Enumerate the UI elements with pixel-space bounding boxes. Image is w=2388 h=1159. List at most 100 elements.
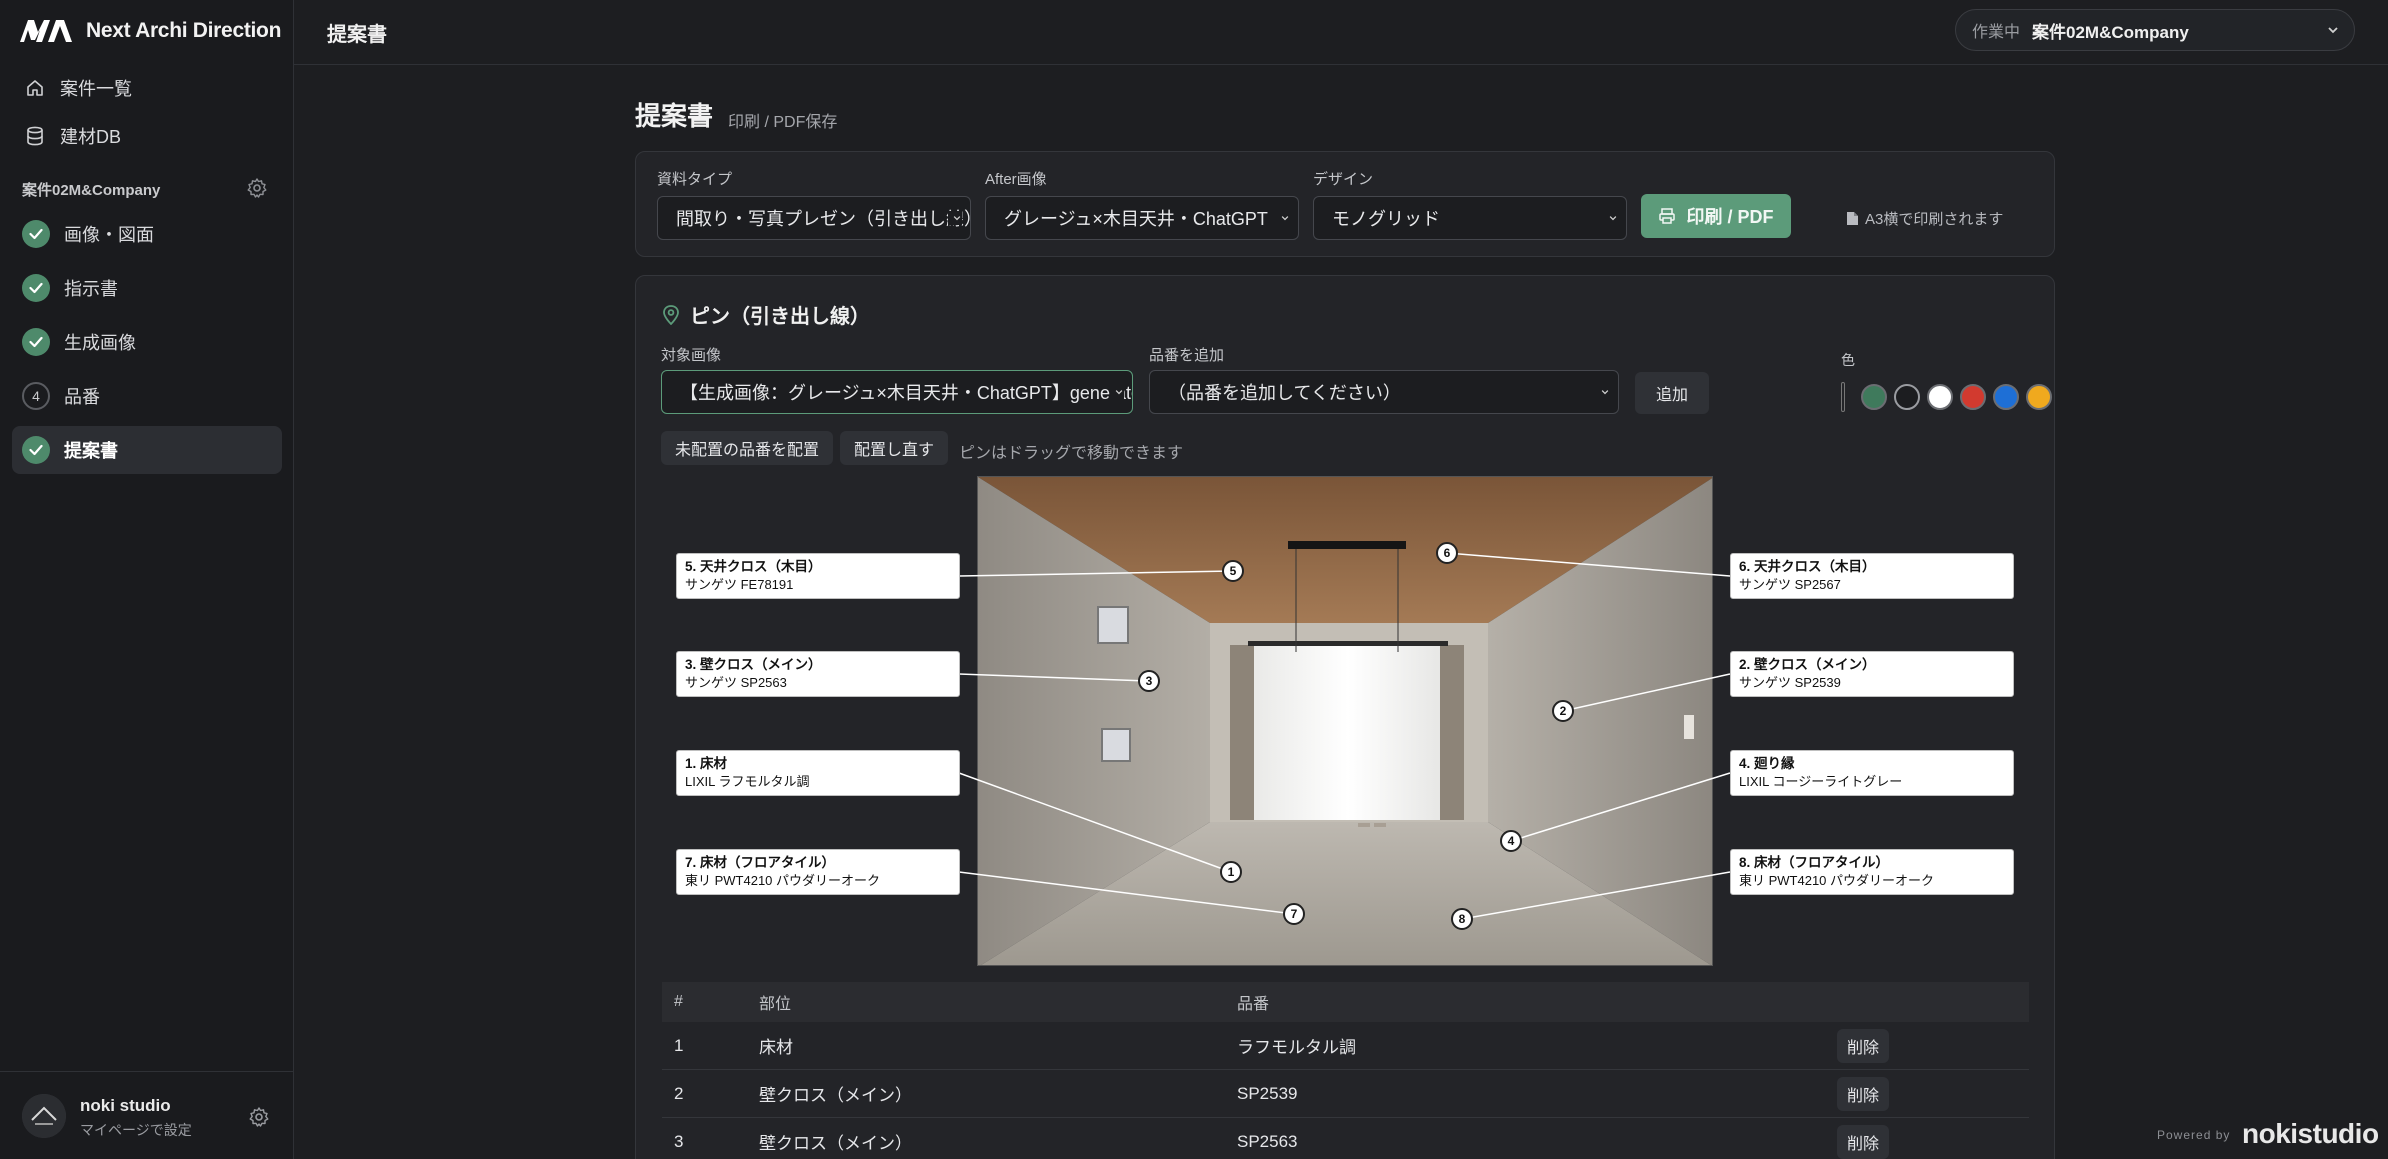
nav-projects-label: 案件一覧: [60, 79, 132, 99]
cell-code: SP2563: [1237, 1131, 1298, 1151]
label-box-3[interactable]: 3. 壁クロス（メイン） サンゲツ SP2563: [676, 651, 960, 697]
label-title: 3. 壁クロス（メイン）: [685, 657, 822, 672]
home-icon: [24, 77, 46, 99]
label-sub: サンゲツ FE78191: [685, 577, 794, 592]
label-sub: LIXIL コージーライトグレー: [1739, 774, 1903, 789]
pin-marker-5[interactable]: 5: [1222, 560, 1244, 582]
label-box-6[interactable]: 6. 天井クロス（木目） サンゲツ SP2567: [1730, 553, 2014, 599]
label-box-8[interactable]: 8. 床材（フロアタイル） 東リ PWT4210 パウダリーオーク: [1730, 849, 2014, 895]
check-icon: [22, 436, 50, 464]
label-box-2[interactable]: 2. 壁クロス（メイン） サンゲツ SP2539: [1730, 651, 2014, 697]
check-icon: [22, 328, 50, 356]
database-icon: [24, 125, 46, 147]
step-proposal[interactable]: 提案書: [12, 426, 282, 474]
design-select[interactable]: モノグリッド: [1313, 196, 1627, 240]
label-box-4[interactable]: 4. 廻り縁 LIXIL コージーライトグレー: [1730, 750, 2014, 796]
step-product-codes-label: 品番: [64, 387, 100, 407]
cell-part: 床材: [759, 1038, 793, 1057]
after-image-select[interactable]: グレージュ×木目天井・ChatGPT: [985, 196, 1299, 240]
sidebar: Next Archi Direction 案件一覧 建材DB 案件02M&Com…: [0, 0, 294, 1159]
step-images[interactable]: 画像・図面: [12, 210, 282, 258]
table-row: 1 床材 ラフモルタル調 削除: [662, 1022, 2029, 1070]
project-section-label: 案件02M&Company: [22, 182, 161, 199]
design-value: モノグリッド: [1332, 209, 1440, 229]
step-generated-images-label: 生成画像: [64, 333, 136, 353]
nav-material-db[interactable]: 建材DB: [12, 112, 282, 160]
step-proposal-label: 提案書: [64, 441, 118, 461]
pin-panel: ピン（引き出し線） 対象画像 【生成画像：グレージュ×木目天井・ChatGPT】…: [635, 275, 2055, 1159]
print-pdf-button[interactable]: 印刷 / PDF: [1641, 194, 1791, 238]
step-images-label: 画像・図面: [64, 225, 154, 245]
user-panel[interactable]: noki studio マイページで設定: [0, 1071, 293, 1159]
logo-mark-icon: [20, 20, 72, 42]
print-note: A3横で印刷されます: [1846, 208, 2003, 229]
cell-code: ラフモルタル調: [1237, 1038, 1356, 1057]
cell-part: 壁クロス（メイン）: [759, 1134, 912, 1153]
cell-number: 2: [674, 1083, 684, 1103]
pin-marker-2[interactable]: 2: [1552, 700, 1574, 722]
label-title: 7. 床材（フロアタイル）: [685, 855, 836, 870]
step-product-codes[interactable]: 4 品番: [12, 372, 282, 420]
label-sub: サンゲツ SP2563: [685, 675, 787, 690]
pin-marker-8[interactable]: 8: [1451, 908, 1473, 930]
avatar[interactable]: [22, 1094, 66, 1138]
user-subtext: マイページで設定: [80, 1122, 192, 1138]
cell-number: 1: [674, 1035, 684, 1055]
step-instructions-label: 指示書: [64, 279, 118, 299]
pin-marker-7[interactable]: 7: [1283, 903, 1305, 925]
label-box-1[interactable]: 1. 床材 LIXIL ラフモルタル調: [676, 750, 960, 796]
step-instructions[interactable]: 指示書: [12, 264, 282, 312]
document-icon: [1847, 212, 1858, 225]
chevron-down-icon: [1604, 211, 1618, 225]
label-title: 6. 天井クロス（木目）: [1739, 559, 1876, 574]
pin-marker-6[interactable]: 6: [1436, 542, 1458, 564]
top-header: 提案書 作業中 案件02M&Company: [294, 0, 2388, 65]
step-number-badge: 4: [22, 382, 50, 410]
chevron-down-icon: [2328, 27, 2338, 34]
print-note-text: A3横で印刷されます: [1865, 211, 2004, 228]
delete-button[interactable]: 削除: [1837, 1028, 1890, 1063]
page-subtitle: 印刷 / PDF保存: [728, 114, 838, 131]
cell-number: 3: [674, 1131, 684, 1151]
label-title: 4. 廻り縁: [1739, 756, 1795, 771]
project-select[interactable]: 作業中 案件02M&Company: [1955, 9, 2355, 51]
user-settings-gear-icon[interactable]: [248, 1106, 270, 1128]
pin-marker-3[interactable]: 3: [1138, 670, 1160, 692]
label-sub: サンゲツ SP2567: [1739, 577, 1841, 592]
design-label: デザイン: [1313, 171, 1374, 188]
delete-button[interactable]: 削除: [1837, 1076, 1890, 1111]
chevron-down-icon: [1276, 211, 1290, 225]
col-number: #: [674, 993, 683, 1010]
label-box-5[interactable]: 5. 天井クロス（木目） サンゲツ FE78191: [676, 553, 960, 599]
pin-marker-4[interactable]: 4: [1500, 830, 1522, 852]
cell-code: SP2539: [1237, 1083, 1298, 1103]
col-code: 品番: [1237, 996, 1270, 1013]
after-image-value: グレージュ×木目天井・ChatGPT: [1004, 209, 1268, 229]
project-select-label: 作業中: [1972, 24, 2021, 41]
app-logo[interactable]: Next Archi Direction: [18, 18, 281, 44]
col-part: 部位: [759, 996, 792, 1013]
label-title: 1. 床材: [685, 756, 728, 771]
document-controls-panel: 資料タイプ 間取り・写真プレゼン（引き出し線） After画像 グレージュ×木目…: [635, 151, 2055, 257]
project-select-value: 案件02M&Company: [2032, 22, 2189, 42]
delete-button[interactable]: 削除: [1837, 1124, 1890, 1159]
project-settings-gear-icon[interactable]: [246, 177, 268, 199]
table-row: 2 壁クロス（メイン） SP2539 削除: [662, 1070, 2029, 1118]
step-generated-images[interactable]: 生成画像: [12, 318, 282, 366]
pin-marker-1[interactable]: 1: [1220, 861, 1242, 883]
logo-text: Next Archi Direction: [86, 19, 282, 42]
doc-type-select[interactable]: 間取り・写真プレゼン（引き出し線）: [657, 196, 971, 240]
nav-material-db-label: 建材DB: [60, 127, 122, 147]
printer-icon: [1659, 208, 1676, 224]
nav-projects[interactable]: 案件一覧: [12, 64, 282, 112]
doc-type-value: 間取り・写真プレゼン（引き出し線）: [676, 209, 971, 229]
label-box-7[interactable]: 7. 床材（フロアタイル） 東リ PWT4210 パウダリーオーク: [676, 849, 960, 895]
label-sub: サンゲツ SP2539: [1739, 675, 1841, 690]
label-title: 8. 床材（フロアタイル）: [1739, 855, 1890, 870]
user-name: noki studio: [80, 1096, 171, 1115]
label-title: 5. 天井クロス（木目）: [685, 559, 822, 574]
powered-by-text: Powered by: [2157, 1128, 2231, 1142]
after-image-label: After画像: [985, 171, 1047, 188]
label-sub: 東リ PWT4210 パウダリーオーク: [685, 873, 881, 888]
table-header: # 部位 品番: [662, 982, 2029, 1022]
